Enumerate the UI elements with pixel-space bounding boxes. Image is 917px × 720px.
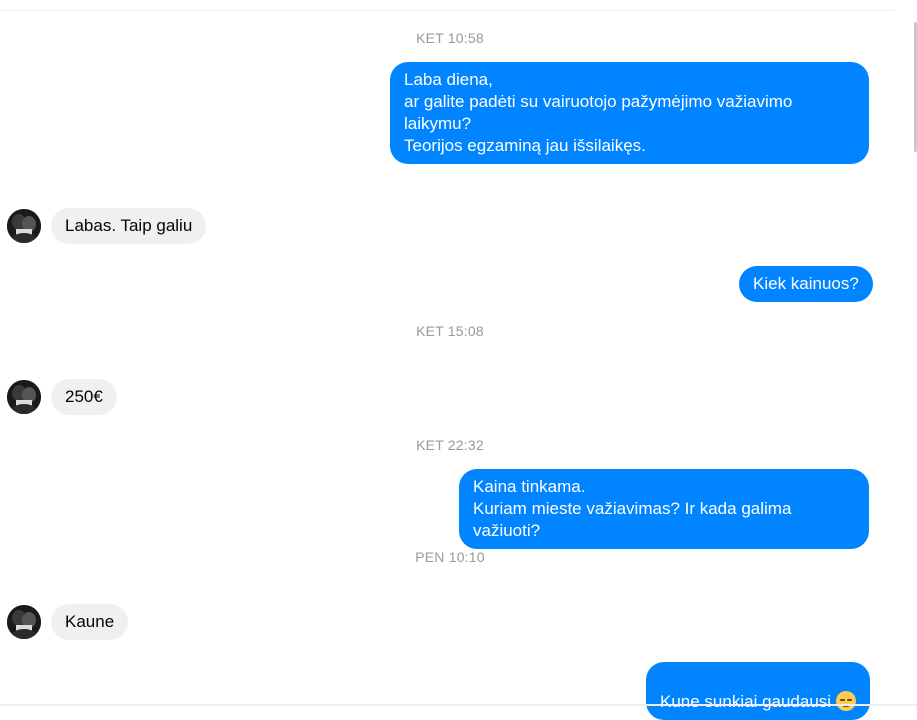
timestamp: KET 15:08 (416, 323, 484, 339)
outgoing-message[interactable]: Laba diena, ar galite padėti su vairuoto… (390, 62, 869, 164)
outgoing-message[interactable]: Kune sunkiai gaudausi (646, 662, 871, 720)
incoming-message[interactable]: Kaune (51, 604, 129, 640)
top-divider (0, 10, 895, 11)
incoming-message[interactable]: Labas. Taip galiu (51, 208, 207, 244)
avatar-photo-icon (7, 380, 41, 414)
incoming-message[interactable]: 250€ (51, 379, 117, 415)
avatar-photo-icon (7, 209, 41, 243)
chat-thread: KET 10:58 Laba diena, ar galite padėti s… (0, 0, 917, 720)
contact-avatar[interactable] (7, 605, 41, 639)
message-text: Kune sunkiai gaudausi (660, 692, 832, 711)
outgoing-message[interactable]: Kiek kainuos? (739, 266, 873, 302)
timestamp: KET 22:32 (416, 437, 484, 453)
outgoing-message[interactable]: Kaina tinkama. Kuriam mieste važiavimas?… (459, 469, 869, 549)
bottom-divider (0, 704, 917, 706)
timestamp: KET 10:58 (416, 30, 484, 46)
avatar-photo-icon (7, 605, 41, 639)
contact-avatar[interactable] (7, 209, 41, 243)
timestamp: PEN 10:10 (415, 549, 485, 565)
contact-avatar[interactable] (7, 380, 41, 414)
disappointed-face-icon (836, 691, 857, 711)
